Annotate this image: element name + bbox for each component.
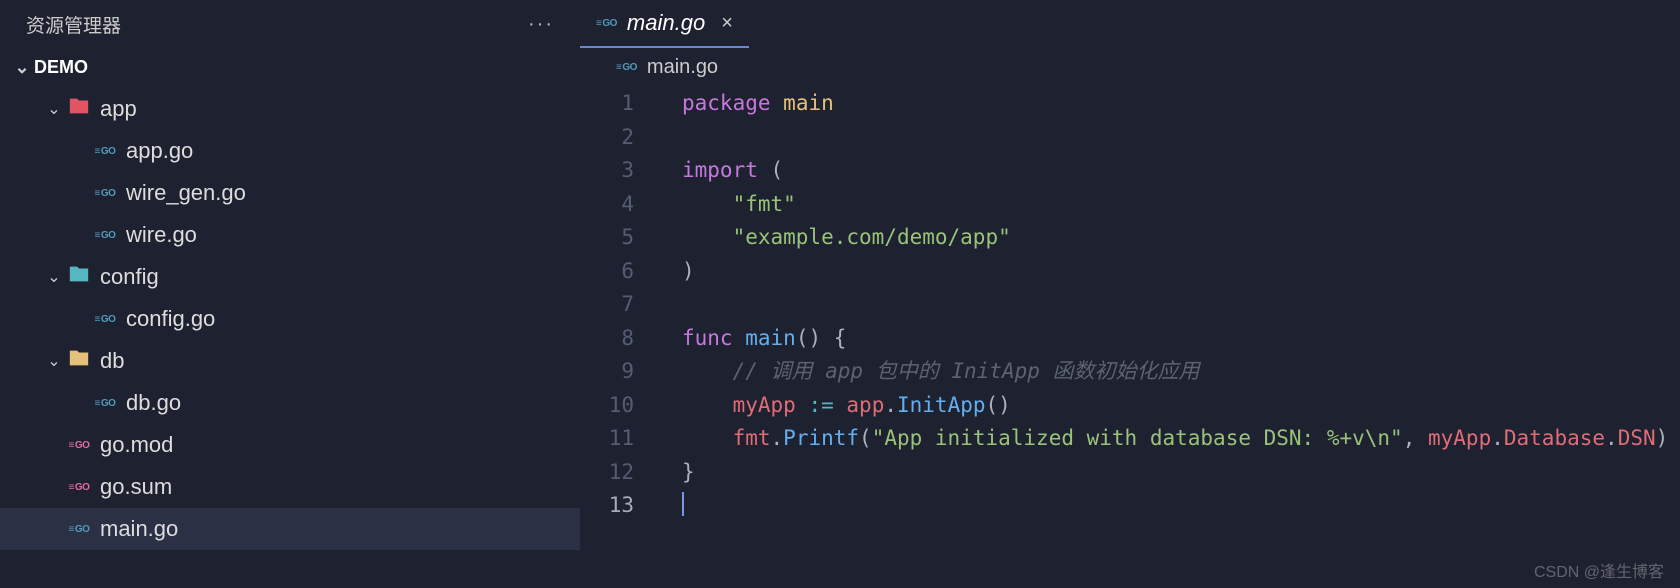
code-line[interactable]: // 调用 app 包中的 InitApp 函数初始化应用 [682,355,1680,389]
go-icon: ≡GO [95,398,116,409]
tree-item-label: app.go [126,138,193,164]
watermark: CSDN @逢生博客 [1534,558,1664,582]
chevron-down-icon: ⌄ [44,267,64,287]
editor-area: ≡GO main.go × ≡GO main.go 12345678910111… [580,0,1680,588]
code-line[interactable]: package main [682,87,1680,121]
tree-folder[interactable]: ⌄ app [0,88,580,130]
code-line[interactable] [682,489,1680,523]
line-number: 5 [580,221,634,255]
line-number: 3 [580,154,634,188]
file-tree: ⌄ app ≡GO app.go ≡GO wire_gen.go ≡GO wire.go ⌄ co… [0,86,580,550]
line-number: 4 [580,188,634,222]
sidebar-header: 资源管理器 ··· [0,0,580,48]
code-line[interactable] [682,288,1680,322]
line-number: 8 [580,322,634,356]
tree-item-label: app [100,96,137,122]
line-number: 10 [580,389,634,423]
line-number: 1 [580,87,634,121]
tree-file[interactable]: ≡GO go.sum [0,466,580,508]
line-number: 11 [580,422,634,456]
code-body[interactable]: package main import ( "fmt" "example.com… [652,87,1680,523]
go-icon: ≡GO [596,18,617,29]
go-icon: ≡GO [69,524,90,535]
breadcrumb[interactable]: ≡GO main.go [580,48,1680,87]
code-line[interactable]: fmt.Printf("App initialized with databas… [682,422,1680,456]
folder-icon [68,263,90,291]
tree-item-label: db [100,348,124,374]
breadcrumb-label: main.go [647,56,718,79]
line-number: 12 [580,456,634,490]
chevron-down-icon: ⌄ [10,57,34,78]
code-line[interactable]: } [682,456,1680,490]
editor-tabs: ≡GO main.go × [580,0,1680,48]
tree-file[interactable]: ≡GO main.go [0,508,580,550]
project-name: DEMO [34,57,88,78]
close-icon[interactable]: × [721,12,733,35]
tree-file[interactable]: ≡GO config.go [0,298,580,340]
tree-item-label: go.mod [100,432,173,458]
tree-file[interactable]: ≡GO wire_gen.go [0,172,580,214]
line-number: 2 [580,121,634,155]
tree-folder[interactable]: ⌄ config [0,256,580,298]
tree-item-label: config.go [126,306,215,332]
line-number: 9 [580,355,634,389]
go-icon: ≡GO [95,188,116,199]
go-icon: ≡GO [69,440,90,451]
tab-label: main.go [627,10,705,36]
line-number: 6 [580,255,634,289]
project-root[interactable]: ⌄ DEMO [0,48,580,86]
explorer-sidebar: 资源管理器 ··· ⌄ DEMO ⌄ app ≡GO app.go ≡GO wire_ge… [0,0,580,588]
line-number: 7 [580,288,634,322]
tree-item-label: wire_gen.go [126,180,246,206]
tree-file[interactable]: ≡GO wire.go [0,214,580,256]
tab-main-go[interactable]: ≡GO main.go × [580,0,749,48]
tree-item-label: wire.go [126,222,197,248]
line-number: 13 [580,489,634,523]
code-line[interactable]: func main() { [682,322,1680,356]
code-line[interactable] [682,121,1680,155]
sidebar-menu-icon[interactable]: ··· [522,13,560,36]
go-icon: ≡GO [616,62,637,73]
tree-item-label: main.go [100,516,178,542]
folder-icon [68,347,90,375]
tree-file[interactable]: ≡GO db.go [0,382,580,424]
go-icon: ≡GO [95,146,116,157]
folder-icon [68,95,90,123]
go-icon: ≡GO [95,314,116,325]
tree-item-label: config [100,264,159,290]
go-icon: ≡GO [69,482,90,493]
chevron-down-icon: ⌄ [44,351,64,371]
code-line[interactable]: ) [682,255,1680,289]
tree-item-label: go.sum [100,474,172,500]
code-line[interactable]: "example.com/demo/app" [682,221,1680,255]
tree-item-label: db.go [126,390,181,416]
code-editor[interactable]: 12345678910111213 package main import ( … [580,87,1680,523]
code-line[interactable]: myApp := app.InitApp() [682,389,1680,423]
sidebar-title: 资源管理器 [26,11,121,38]
line-gutter: 12345678910111213 [580,87,652,523]
chevron-down-icon: ⌄ [44,99,64,119]
go-icon: ≡GO [95,230,116,241]
tree-file[interactable]: ≡GO app.go [0,130,580,172]
tree-file[interactable]: ≡GO go.mod [0,424,580,466]
tree-folder[interactable]: ⌄ db [0,340,580,382]
code-line[interactable]: "fmt" [682,188,1680,222]
code-line[interactable]: import ( [682,154,1680,188]
